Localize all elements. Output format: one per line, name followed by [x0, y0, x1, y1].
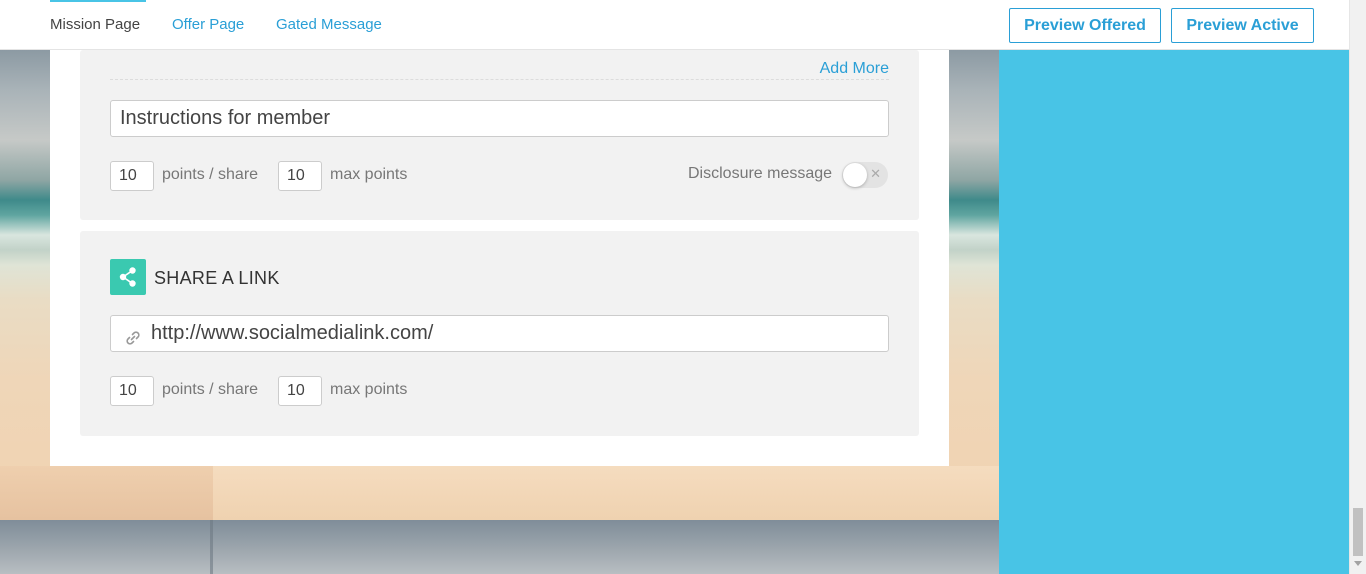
max-points-label: max points — [330, 166, 408, 183]
section-title: SHARE A LINK — [154, 268, 280, 288]
tab-gated-message[interactable]: Gated Message — [276, 0, 382, 50]
close-icon: ✕ — [870, 166, 881, 181]
background-bottom — [0, 520, 999, 574]
disclosure-label: Disclosure message — [688, 165, 833, 182]
tab-mission-page[interactable]: Mission Page — [50, 0, 146, 50]
points-per-share-input[interactable]: 10 — [110, 376, 154, 406]
points-per-share-label: points / share — [162, 381, 259, 398]
toggle-knob — [843, 163, 867, 187]
link-icon — [123, 325, 143, 345]
share-link-card: SHARE A LINK http://www.socialmedialink.… — [80, 231, 919, 436]
max-points-input[interactable]: 10 — [278, 161, 322, 191]
background-band-left — [0, 466, 213, 520]
mission-editor-panel: Add More Instructions for member 10 poin… — [50, 50, 949, 466]
link-url-value: http://www.socialmedialink.com/ — [151, 322, 434, 344]
scrollbar-thumb[interactable] — [1353, 508, 1363, 556]
preview-offered-button[interactable]: Preview Offered — [1009, 8, 1161, 43]
top-nav: Mission Page Offer Page Gated Message Pr… — [0, 0, 1349, 50]
preview-panel — [999, 50, 1349, 574]
add-more-link[interactable]: Add More — [820, 60, 889, 78]
disclosure-toggle[interactable]: ✕ — [842, 162, 888, 188]
points-per-share-label: points / share — [162, 166, 259, 183]
divider — [110, 79, 889, 80]
instructions-input[interactable]: Instructions for member — [110, 100, 889, 137]
background-band — [213, 466, 999, 520]
instructions-card: Add More Instructions for member 10 poin… — [80, 50, 919, 220]
page-scrollbar[interactable] — [1349, 0, 1366, 574]
points-per-share-input[interactable]: 10 — [110, 161, 154, 191]
share-icon — [110, 259, 146, 295]
max-points-input[interactable]: 10 — [278, 376, 322, 406]
link-url-input[interactable]: http://www.socialmedialink.com/ — [110, 315, 889, 352]
max-points-label: max points — [330, 381, 408, 398]
tab-offer-page[interactable]: Offer Page — [172, 0, 244, 50]
scroll-down-arrow-icon[interactable] — [1354, 561, 1362, 566]
preview-active-button[interactable]: Preview Active — [1171, 8, 1314, 43]
